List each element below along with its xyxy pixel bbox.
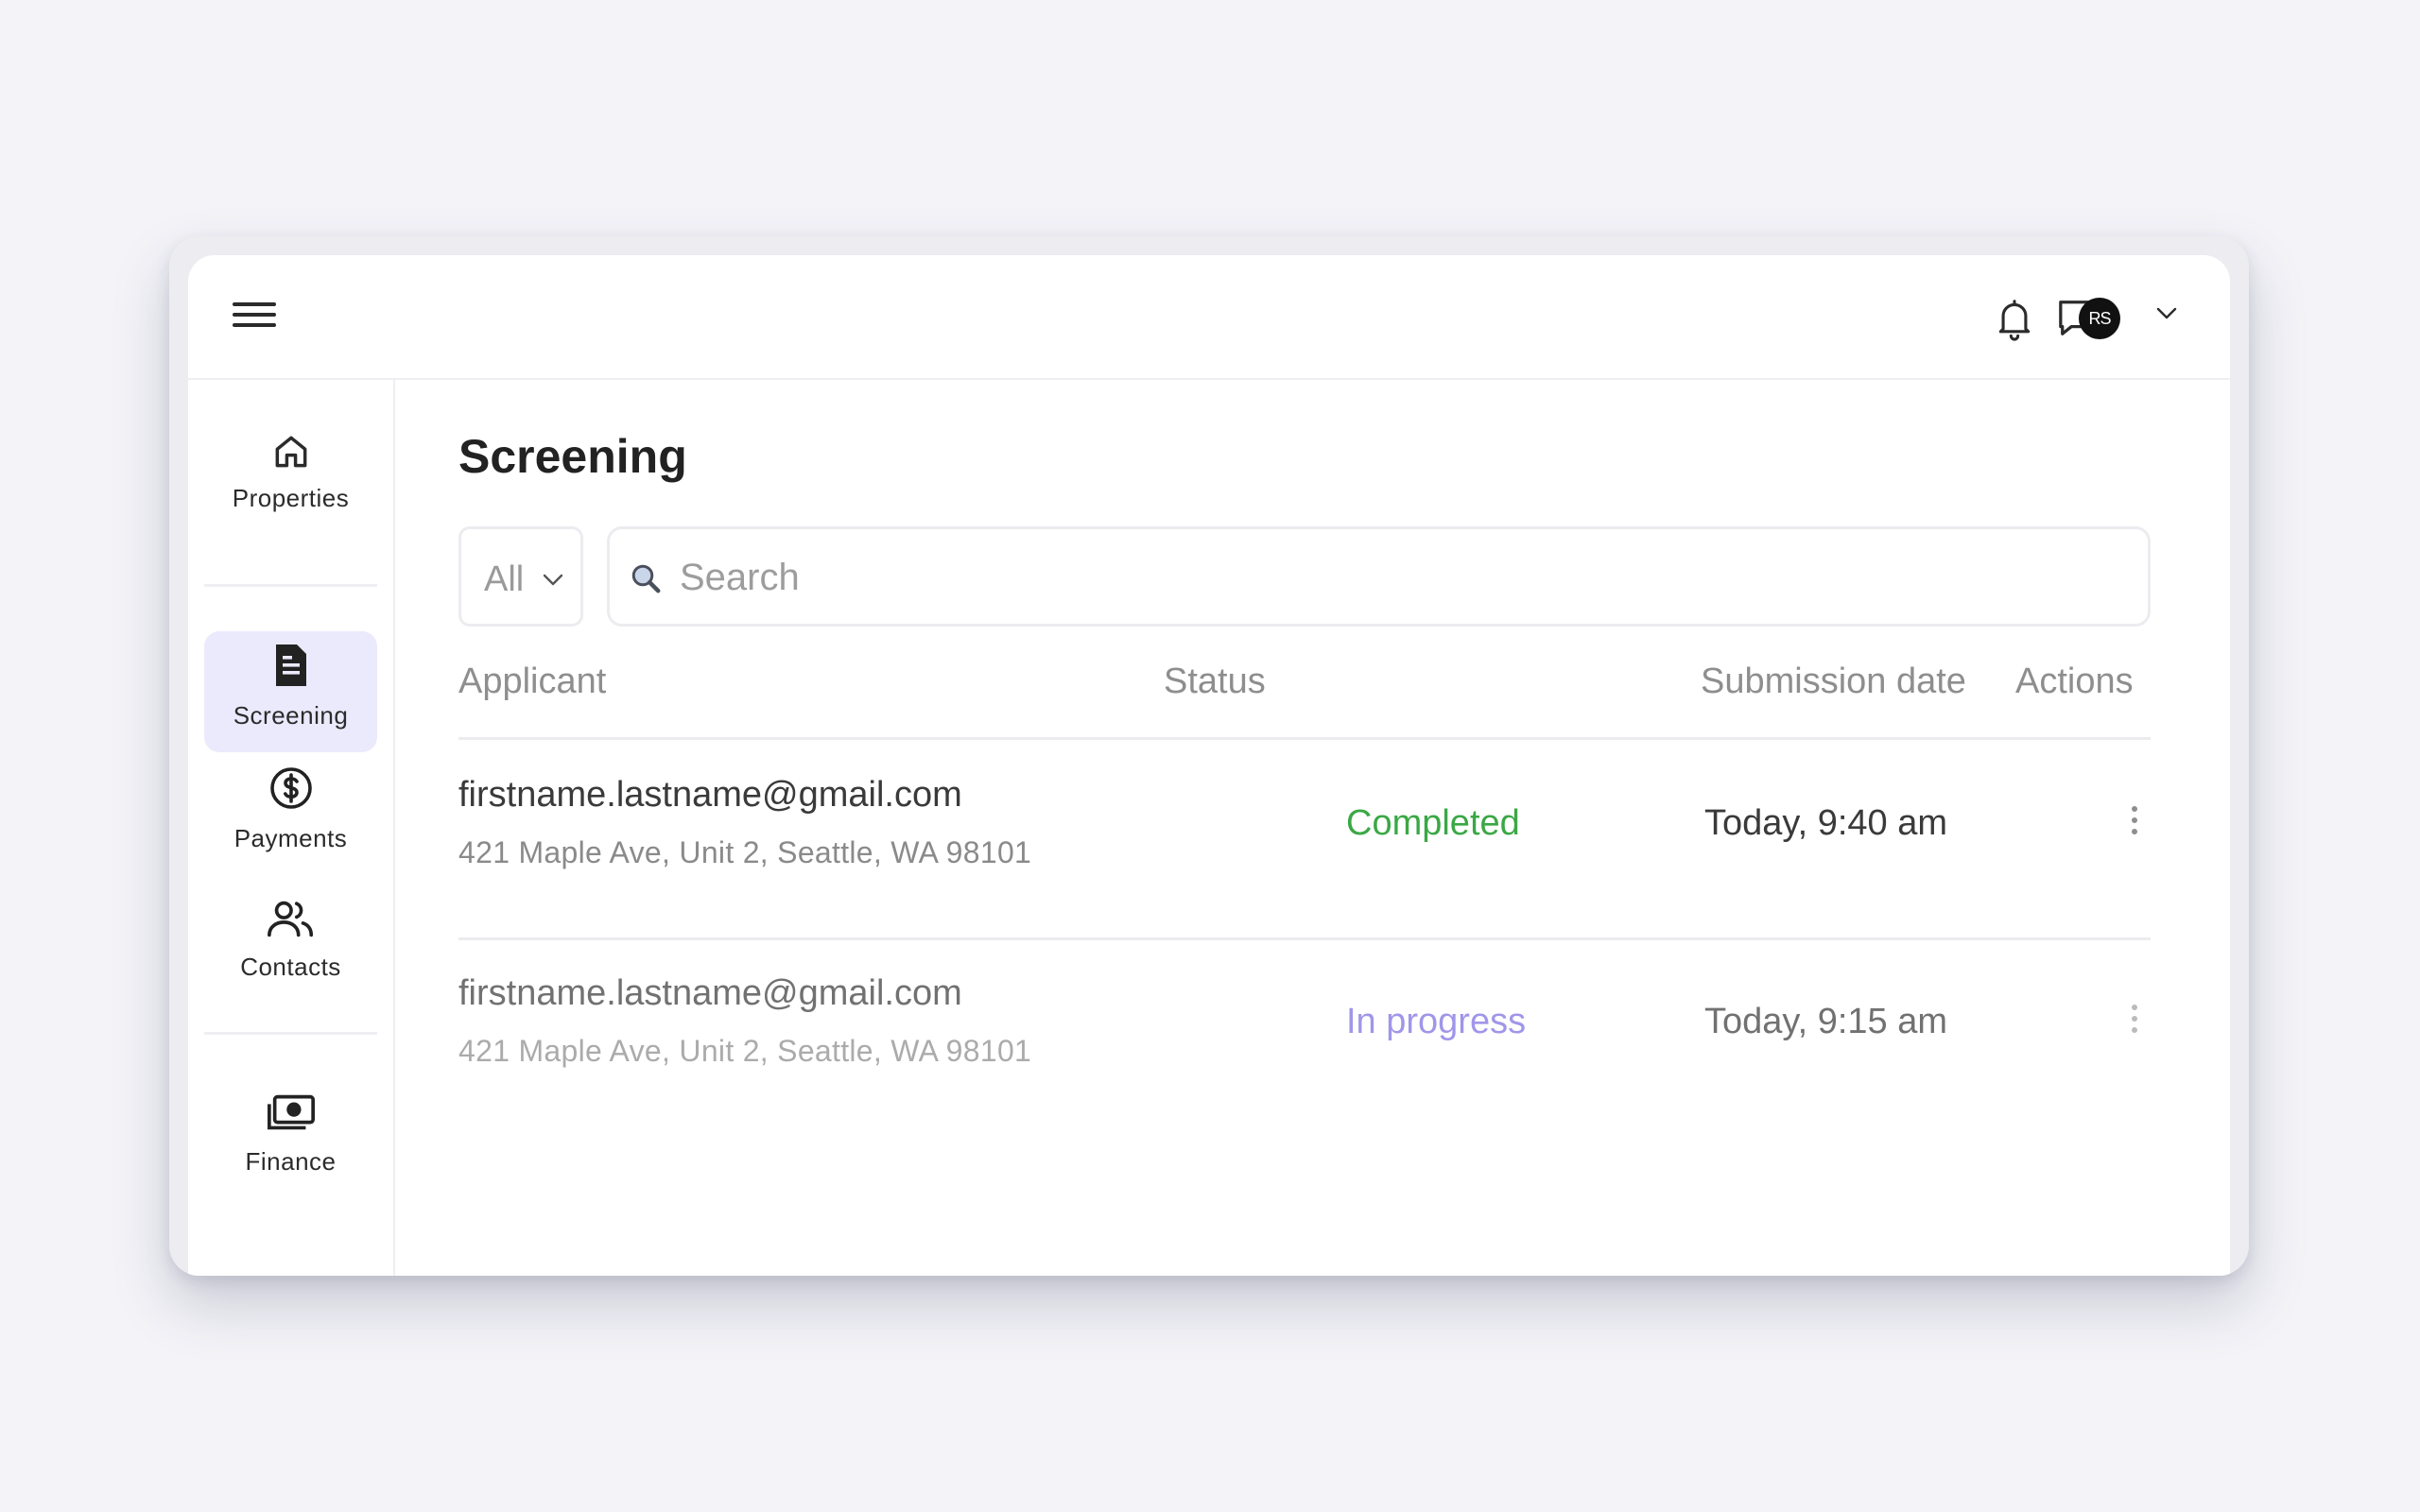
filter-value: All: [484, 559, 525, 599]
more-actions-icon[interactable]: [2127, 1002, 2142, 1043]
sidebar-divider: [204, 584, 377, 587]
sidebar-item-label: Contacts: [240, 953, 341, 981]
applicant-email: firstname.lastname@gmail.com: [458, 775, 962, 815]
column-header-submission-date: Submission date: [1701, 662, 1966, 701]
column-header-applicant: Applicant: [458, 662, 607, 701]
sidebar-item-label: Finance: [245, 1147, 337, 1176]
column-header-status: Status: [1164, 662, 1266, 701]
sidebar-item-contacts[interactable]: Contacts: [204, 890, 377, 1011]
home-icon: [275, 436, 306, 468]
avatar[interactable]: RS: [2079, 298, 2120, 339]
applicant-address: 421 Maple Ave, Unit 2, Seattle, WA 98101: [458, 1034, 1032, 1068]
dollar-circle-icon: [269, 767, 312, 809]
chevron-down-icon[interactable]: [2154, 304, 2196, 346]
search-box[interactable]: [607, 526, 2151, 627]
menu-icon[interactable]: [233, 297, 276, 333]
sidebar-item-label: Screening: [233, 701, 349, 730]
money-icon: [267, 1094, 315, 1130]
users-icon: [267, 901, 313, 937]
column-header-actions: Actions: [2015, 662, 2134, 701]
sidebar-item-label: Payments: [233, 824, 348, 852]
bell-icon[interactable]: [1994, 297, 2035, 341]
sidebar-item-properties[interactable]: Properties: [204, 420, 377, 541]
search-icon: [631, 564, 661, 593]
top-bar: RS: [188, 255, 2230, 380]
applicant-email: firstname.lastname@gmail.com: [458, 973, 962, 1013]
search-input[interactable]: [678, 550, 2100, 605]
main-content: Screening All Applicant Status Submissio…: [395, 380, 2230, 1276]
chevron-down-icon: [543, 574, 563, 586]
status-filter-select[interactable]: All: [458, 526, 583, 627]
table-row-divider: [458, 937, 2151, 940]
submission-date: Today, 9:40 am: [1704, 803, 1948, 843]
sidebar-item-finance[interactable]: Finance: [204, 1079, 377, 1200]
status-badge: In progress: [1346, 1002, 1527, 1041]
sidebar-divider: [204, 1032, 377, 1035]
applicant-address: 421 Maple Ave, Unit 2, Seattle, WA 98101: [458, 835, 1032, 869]
page-title: Screening: [458, 430, 687, 483]
sidebar: Properties Screening Payments Contacts F…: [188, 380, 395, 1276]
sidebar-item-screening[interactable]: Screening: [204, 631, 377, 752]
sidebar-item-label: Properties: [232, 484, 350, 512]
document-icon: [275, 644, 306, 686]
submission-date: Today, 9:15 am: [1704, 1002, 1948, 1041]
status-badge: Completed: [1346, 803, 1520, 843]
more-actions-icon[interactable]: [2127, 803, 2142, 845]
sidebar-item-payments[interactable]: Payments: [204, 758, 377, 879]
app-window: RS Properties Screening Payments Contact…: [188, 255, 2230, 1276]
app-frame: RS Properties Screening Payments Contact…: [169, 236, 2249, 1276]
table-header-divider: [458, 737, 2151, 740]
